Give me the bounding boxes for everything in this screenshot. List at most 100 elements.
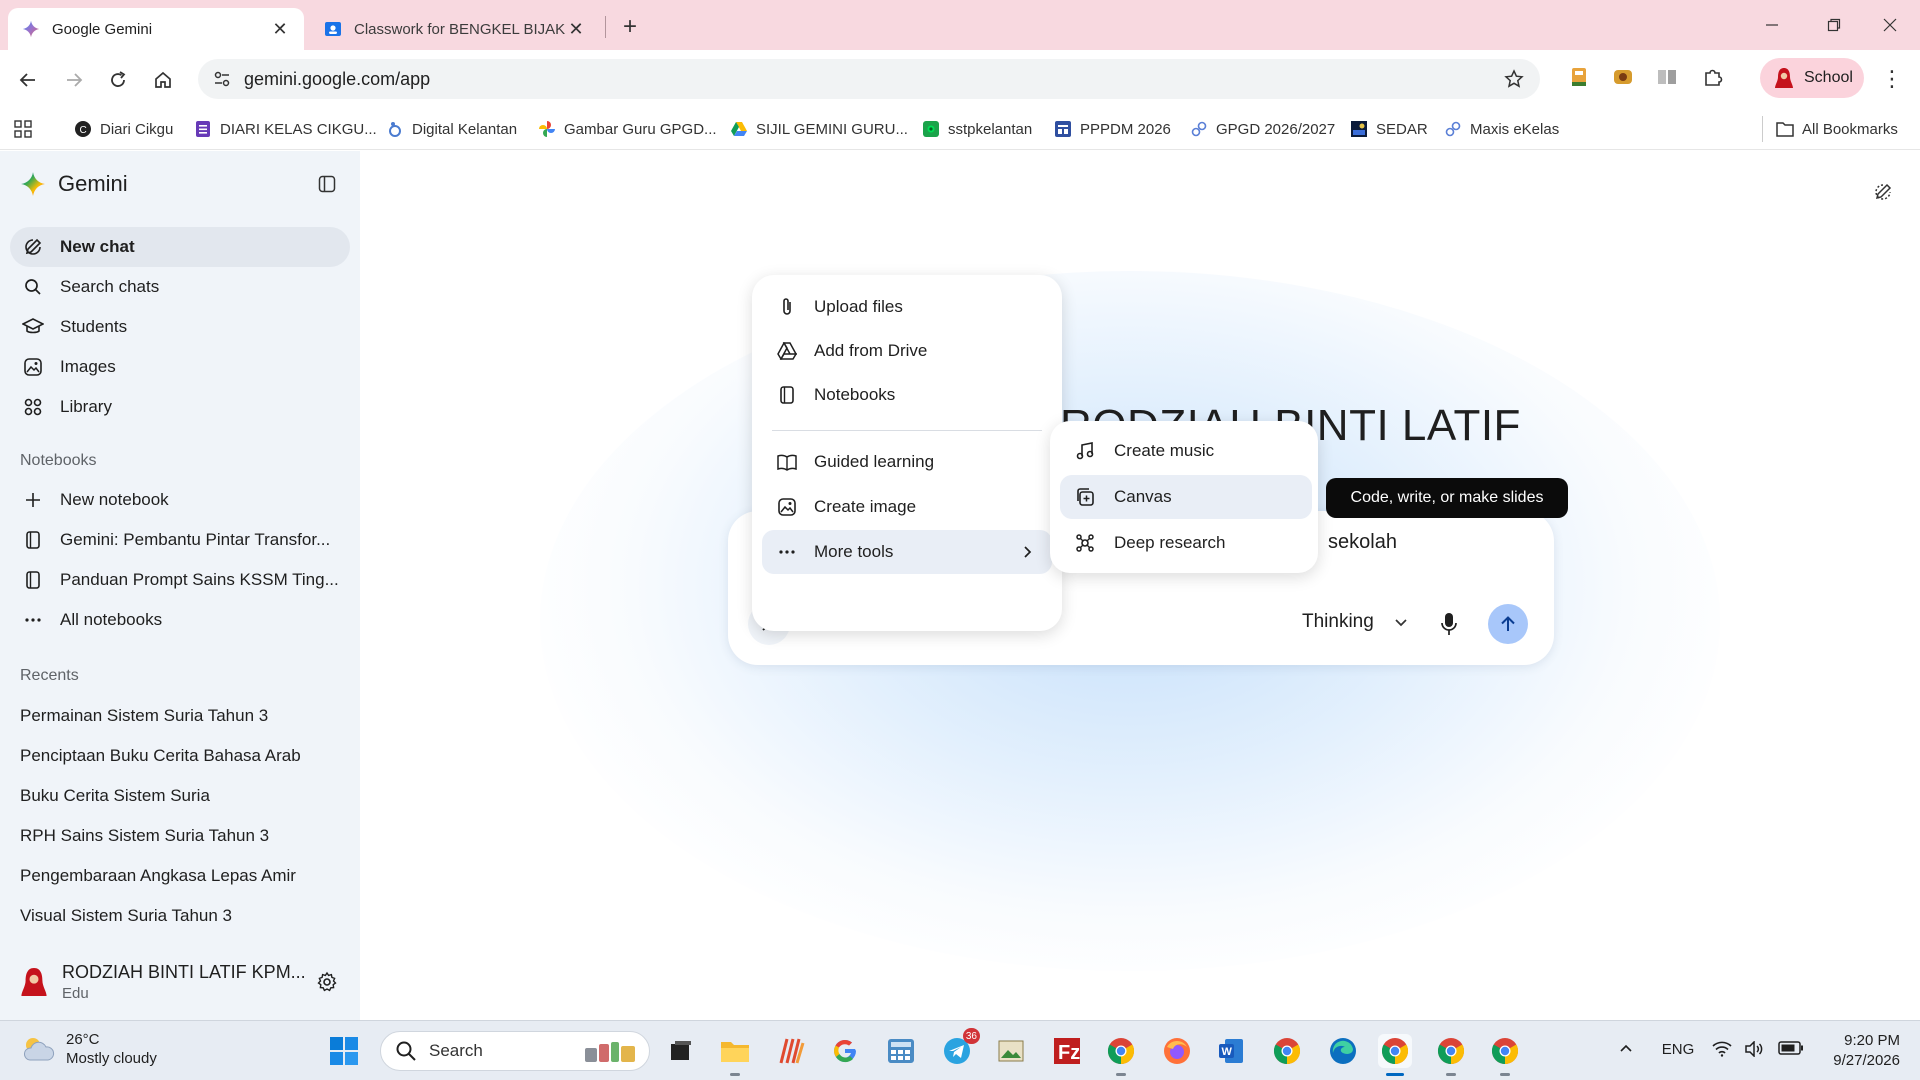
menu-item-upload-files[interactable]: Upload files bbox=[762, 285, 1052, 329]
sidebar-item-notebook[interactable]: Gemini: Pembantu Pintar Transfor... bbox=[10, 520, 350, 560]
bookmark-item[interactable]: C Diari Cikgu bbox=[74, 118, 173, 140]
close-window-icon[interactable] bbox=[1870, 10, 1910, 40]
calculator-app-icon[interactable] bbox=[884, 1034, 918, 1068]
tab-google-gemini[interactable]: Google Gemini ✕ bbox=[8, 8, 304, 50]
digital-icon bbox=[386, 120, 404, 138]
settings-gear-icon[interactable] bbox=[314, 969, 340, 995]
back-icon[interactable] bbox=[12, 64, 44, 96]
home-icon[interactable] bbox=[147, 64, 179, 96]
browser-menu-icon[interactable]: ⋮ bbox=[1880, 66, 1904, 92]
sidebar-item-students[interactable]: Students bbox=[10, 307, 350, 347]
wifi-icon[interactable] bbox=[1710, 1041, 1734, 1057]
file-explorer-icon[interactable] bbox=[718, 1034, 752, 1076]
all-bookmarks-button[interactable]: All Bookmarks bbox=[1776, 118, 1898, 140]
bookmark-item[interactable]: GPGD 2026/2027 bbox=[1190, 118, 1335, 140]
menu-item-add-from-drive[interactable]: Add from Drive bbox=[762, 329, 1052, 373]
telegram-icon[interactable]: 36 bbox=[940, 1028, 980, 1068]
google-icon[interactable] bbox=[828, 1034, 862, 1068]
chrome-icon[interactable] bbox=[1104, 1034, 1138, 1076]
bookmark-item[interactable]: Digital Kelantan bbox=[386, 118, 517, 140]
recent-chat-item[interactable]: Permainan Sistem Suria Tahun 3 bbox=[20, 706, 268, 726]
extension-book-icon[interactable] bbox=[1566, 64, 1592, 90]
reload-icon[interactable] bbox=[102, 64, 134, 96]
new-notebook-button[interactable]: New notebook bbox=[10, 480, 350, 520]
edge-icon[interactable] bbox=[1326, 1034, 1360, 1068]
menu-item-guided-learning[interactable]: Guided learning bbox=[762, 440, 1052, 484]
recent-chat-item[interactable]: Pengembaraan Angkasa Lepas Amir bbox=[20, 866, 296, 886]
language-indicator[interactable]: ENG bbox=[1656, 1041, 1700, 1058]
microphone-icon[interactable] bbox=[1434, 609, 1464, 639]
all-notebooks-button[interactable]: All notebooks bbox=[10, 600, 350, 640]
address-bar[interactable]: gemini.google.com/app bbox=[198, 59, 1540, 99]
recent-chat-item[interactable]: Buku Cerita Sistem Suria bbox=[20, 786, 210, 806]
chrome-icon[interactable] bbox=[1488, 1034, 1522, 1076]
menu-item-deep-research[interactable]: Deep research bbox=[1060, 521, 1312, 565]
new-tab-button[interactable]: + bbox=[615, 12, 645, 42]
profile-button[interactable]: School bbox=[1760, 58, 1864, 98]
tab-classwork[interactable]: Classwork for BENGKEL BIJAK D ✕ bbox=[310, 8, 600, 50]
menu-item-notebooks[interactable]: Notebooks bbox=[762, 373, 1052, 417]
sidebar-toggle-icon[interactable] bbox=[314, 171, 340, 197]
bookmark-star-icon[interactable] bbox=[1494, 69, 1534, 89]
app-stripes-icon[interactable] bbox=[774, 1034, 808, 1068]
apps-grid-icon[interactable] bbox=[14, 118, 32, 140]
battery-icon[interactable] bbox=[1776, 1041, 1806, 1055]
system-clock[interactable]: 9:20 PM 9/27/2026 bbox=[1810, 1031, 1900, 1071]
menu-item-create-music[interactable]: Create music bbox=[1060, 429, 1312, 473]
menu-item-more-tools[interactable]: More tools bbox=[762, 530, 1052, 574]
graduation-cap-icon bbox=[22, 316, 44, 338]
chrome-icon[interactable] bbox=[1378, 1034, 1412, 1076]
filezilla-icon[interactable]: Fz bbox=[1050, 1034, 1084, 1068]
menu-item-create-image[interactable]: Create image bbox=[762, 485, 1052, 529]
weather-widget[interactable]: 26°C Mostly cloudy bbox=[20, 1031, 157, 1067]
account-menu[interactable]: RODZIAH BINTI LATIF KPM... Edu bbox=[20, 957, 350, 1007]
extensions-puzzle-icon[interactable] bbox=[1700, 64, 1726, 90]
windows-start-icon[interactable] bbox=[328, 1035, 360, 1067]
extension-reader-icon[interactable] bbox=[1654, 64, 1680, 90]
recent-chat-item[interactable]: Visual Sistem Suria Tahun 3 bbox=[20, 906, 232, 926]
task-view-icon[interactable] bbox=[664, 1034, 698, 1068]
chevron-up-icon[interactable] bbox=[1614, 1041, 1638, 1057]
chrome-icon[interactable] bbox=[1434, 1034, 1468, 1076]
svg-text:Fz: Fz bbox=[1058, 1042, 1080, 1064]
bookmark-item[interactable]: Gambar Guru GPGD... bbox=[538, 118, 717, 140]
notebook-icon bbox=[22, 569, 44, 591]
prompt-text[interactable]: sekolah bbox=[1328, 531, 1397, 554]
recent-chat-item[interactable]: RPH Sains Sistem Suria Tahun 3 bbox=[20, 826, 269, 846]
volume-icon[interactable] bbox=[1742, 1041, 1766, 1057]
new-chat-button[interactable]: New chat bbox=[10, 227, 350, 267]
chevron-down-icon bbox=[1395, 619, 1407, 627]
minimize-icon[interactable] bbox=[1752, 10, 1792, 40]
close-tab-icon[interactable]: ✕ bbox=[270, 19, 290, 39]
extension-badge-icon[interactable] bbox=[1610, 64, 1636, 90]
bookmark-item[interactable]: PPPDM 2026 bbox=[1054, 118, 1171, 140]
chrome-icon[interactable] bbox=[1270, 1034, 1304, 1068]
restore-icon[interactable] bbox=[1814, 10, 1854, 40]
url-text[interactable]: gemini.google.com/app bbox=[244, 69, 1494, 90]
site-info-icon[interactable] bbox=[202, 69, 242, 89]
photo-app-icon[interactable] bbox=[994, 1034, 1028, 1068]
gemini-brand[interactable]: Gemini bbox=[20, 171, 128, 197]
bookmark-item[interactable]: Maxis eKelas bbox=[1444, 118, 1559, 140]
sidebar-item-search-chats[interactable]: Search chats bbox=[10, 267, 350, 307]
firefox-icon[interactable] bbox=[1160, 1034, 1194, 1068]
bookmark-item[interactable]: DIARI KELAS CIKGU... bbox=[194, 118, 377, 140]
bookmark-item[interactable]: SIJIL GEMINI GURU... bbox=[730, 118, 908, 140]
bookmark-item[interactable]: SEDAR bbox=[1350, 118, 1428, 140]
sidebar-item-library[interactable]: Library bbox=[10, 387, 350, 427]
menu-item-canvas[interactable]: Canvas bbox=[1060, 475, 1312, 519]
close-tab-icon[interactable]: ✕ bbox=[566, 19, 586, 39]
bookmark-item[interactable]: sstpkelantan bbox=[922, 118, 1032, 140]
sstp-icon bbox=[922, 120, 940, 138]
recent-chat-item[interactable]: Penciptaan Buku Cerita Bahasa Arab bbox=[20, 746, 301, 766]
word-icon[interactable]: W bbox=[1214, 1034, 1248, 1068]
taskbar-search-input[interactable]: Search bbox=[380, 1031, 650, 1071]
sidebar-item-notebook[interactable]: Panduan Prompt Sains KSSM Ting... bbox=[10, 560, 350, 600]
sidebar-item-images[interactable]: Images bbox=[10, 347, 350, 387]
send-button[interactable] bbox=[1488, 604, 1528, 644]
mode-selector[interactable]: Thinking bbox=[1302, 611, 1410, 633]
more-tools-submenu: Create music Canvas Deep research bbox=[1050, 421, 1318, 573]
browser-tab-strip: Google Gemini ✕ Classwork for BENGKEL BI… bbox=[0, 0, 1920, 50]
forward-icon[interactable] bbox=[58, 64, 90, 96]
edit-icon[interactable] bbox=[1870, 179, 1896, 205]
